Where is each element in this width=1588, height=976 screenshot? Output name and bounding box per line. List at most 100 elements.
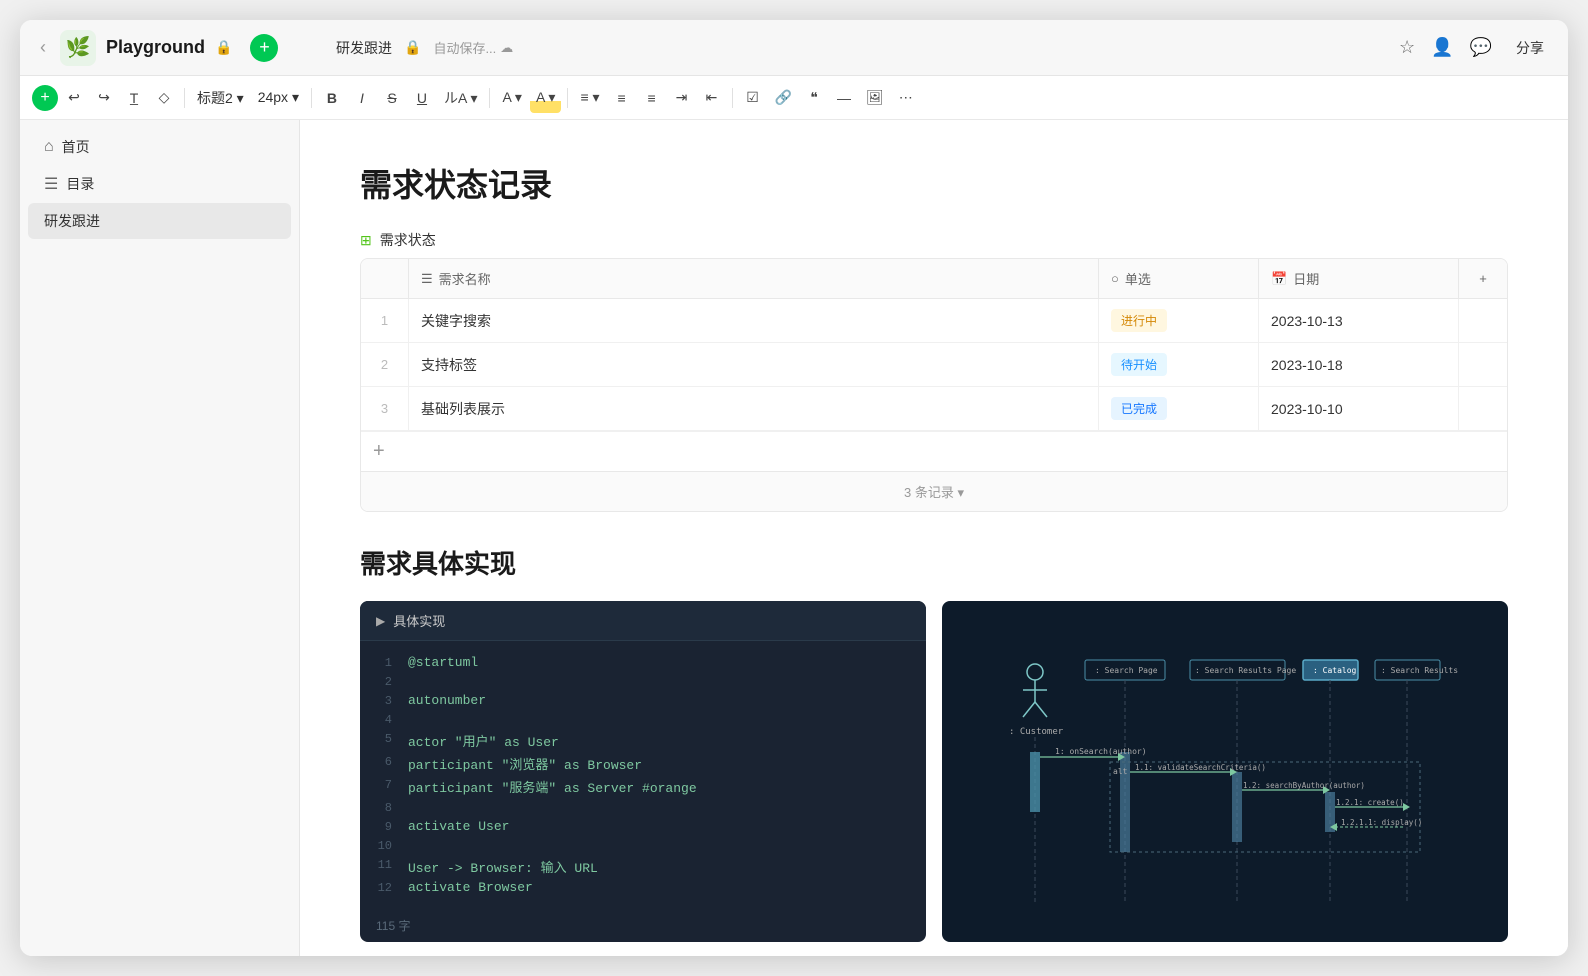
ruby-button[interactable]: ルA ▾ — [438, 83, 483, 113]
add-row-button[interactable]: + — [361, 431, 1507, 471]
row-extra-1 — [1459, 299, 1507, 342]
code-line-2: 2 — [360, 672, 926, 691]
image-button[interactable]: 🖼 — [860, 83, 890, 113]
code-block: ▶ 具体实现 1 @startuml 2 3 — [360, 601, 926, 942]
diagram-block: : Customer : Search Page : Search — [942, 601, 1508, 942]
doc-lock-icon: 🔒 — [404, 39, 421, 56]
code-line-7: 7 participant "服务端" as Server #orange — [360, 775, 926, 798]
code-blocks-row: ▶ 具体实现 1 @startuml 2 3 — [360, 601, 1508, 942]
titlebar-left: ‹ 🌿 Playground 🔒 + — [36, 30, 336, 66]
titlebar: ‹ 🌿 Playground 🔒 + 研发跟进 🔒 自动保存... ☁ ☆ 👤 … — [20, 20, 1568, 76]
row-extra-2 — [1459, 343, 1507, 386]
table-row: 1 关键字搜索 进行中 2023-10-13 — [361, 299, 1507, 343]
db-col-add[interactable]: + — [1459, 259, 1507, 298]
sidebar-item-catalog[interactable]: ☰ 目录 ☰ — [28, 166, 291, 202]
code-line-9: 9 activate User — [360, 817, 926, 836]
underline-button[interactable]: U — [408, 83, 436, 113]
share-button[interactable]: 分享 — [1508, 34, 1552, 62]
code-footer: 115 字 — [360, 909, 926, 942]
outdent-button[interactable]: ⇤ — [698, 83, 726, 113]
undo-button[interactable]: ↩ — [60, 83, 88, 113]
collapse-button[interactable]: ▶ — [376, 614, 385, 628]
code-line-3: 3 autonumber — [360, 691, 926, 710]
svg-text:: Customer: : Customer — [1009, 727, 1064, 737]
hr-button[interactable]: — — [830, 83, 858, 113]
database-table: ☰ 需求名称 ○ 单选 📅 日期 + — [360, 258, 1508, 512]
format-button[interactable]: T̲ — [120, 83, 148, 113]
highlight-button[interactable]: A ▾ — [530, 83, 561, 113]
back-button[interactable]: ‹ — [36, 33, 50, 62]
toolbar-sep-1 — [184, 88, 185, 108]
row-status-3[interactable]: 已完成 — [1099, 387, 1259, 430]
db-col-date: 📅 日期 — [1259, 259, 1459, 298]
sidebar-catalog-label: 目录 — [66, 174, 254, 194]
svg-text:: Search Results: : Search Results — [1381, 666, 1458, 675]
col-date-label: 日期 — [1293, 269, 1319, 288]
svg-text:: Catalog: : Catalog — [1313, 666, 1357, 675]
redo-button[interactable]: ↪ — [90, 83, 118, 113]
quote-button[interactable]: ❝ — [800, 83, 828, 113]
toolbar-sep-5 — [732, 88, 733, 108]
row-name-3[interactable]: 基础列表展示 — [409, 387, 1099, 430]
bold-button[interactable]: B — [318, 83, 346, 113]
add-row-icon: + — [373, 440, 385, 463]
sidebar: ⌂ 首页 ··· ☰ 目录 ☰ 研发跟进 — [20, 120, 300, 956]
doc-breadcrumb: 研发跟进 — [336, 38, 392, 58]
db-icon: ⊞ — [360, 232, 372, 249]
catalog-icon: ☰ — [44, 174, 58, 194]
row-date-3[interactable]: 2023-10-10 — [1259, 387, 1459, 430]
col-status-label: 单选 — [1125, 269, 1151, 288]
svg-text:1.1: validateSearchCriteria(): 1.1: validateSearchCriteria() — [1135, 763, 1266, 772]
status-badge-2: 待开始 — [1111, 353, 1167, 376]
checkbox-button[interactable]: ☑ — [739, 83, 767, 113]
db-col-name: ☰ 需求名称 — [409, 259, 1099, 298]
db-footer[interactable]: 3 条记录 ▾ — [361, 471, 1507, 511]
content-area: 需求状态记录 ⊞ 需求状态 ☰ 需求名称 ○ — [300, 120, 1568, 956]
strikethrough-button[interactable]: S — [378, 83, 406, 113]
col-status-icon: ○ — [1111, 271, 1119, 286]
svg-text:alt: alt — [1113, 767, 1128, 776]
clear-format-button[interactable]: ◇ — [150, 83, 178, 113]
lock-icon: 🔒 — [215, 39, 232, 56]
app-icon: 🌿 — [60, 30, 96, 66]
code-line-1: 1 @startuml — [360, 653, 926, 672]
star-button[interactable]: ☆ — [1399, 37, 1415, 58]
user-button[interactable]: 👤 — [1431, 37, 1453, 58]
row-status-2[interactable]: 待开始 — [1099, 343, 1259, 386]
titlebar-right: ☆ 👤 💬 分享 — [1399, 34, 1552, 62]
link-button[interactable]: 🔗 — [769, 83, 798, 113]
row-name-1[interactable]: 关键字搜索 — [409, 299, 1099, 342]
sequence-diagram: : Customer : Search Page : Search — [942, 642, 1508, 902]
font-size-select[interactable]: 24px ▾ — [252, 83, 305, 113]
sidebar-item-devtrack[interactable]: 研发跟进 — [28, 203, 291, 239]
svg-text:1.2.1.1: display(): 1.2.1.1: display() — [1341, 818, 1422, 827]
svg-text:: Search Results Page: : Search Results Page — [1195, 666, 1296, 675]
row-date-2[interactable]: 2023-10-18 — [1259, 343, 1459, 386]
sidebar-item-home[interactable]: ⌂ 首页 ··· — [28, 129, 291, 165]
database-block: ⊞ 需求状态 ☰ 需求名称 ○ 单选 — [360, 230, 1508, 512]
row-date-1[interactable]: 2023-10-13 — [1259, 299, 1459, 342]
add-page-button[interactable]: + — [250, 34, 278, 62]
status-badge-3: 已完成 — [1111, 397, 1167, 420]
indent-button[interactable]: ⇥ — [668, 83, 696, 113]
status-badge-1: 进行中 — [1111, 309, 1167, 332]
align-button[interactable]: ≡ ▾ — [574, 83, 605, 113]
bullet-list-button[interactable]: ≡ — [608, 83, 636, 113]
toolbar-add-button[interactable]: + — [32, 85, 58, 111]
comment-button[interactable]: 💬 — [1470, 37, 1492, 58]
code-line-8: 8 — [360, 798, 926, 817]
svg-text:1.2: searchByAuthor(author): 1.2: searchByAuthor(author) — [1243, 781, 1365, 790]
italic-button[interactable]: I — [348, 83, 376, 113]
row-num-2: 2 — [361, 343, 409, 386]
font-color-button[interactable]: A ▾ — [496, 83, 527, 113]
app-title: Playground — [106, 37, 205, 58]
row-status-1[interactable]: 进行中 — [1099, 299, 1259, 342]
ordered-list-button[interactable]: ≡ — [638, 83, 666, 113]
code-block-title: 具体实现 — [393, 611, 445, 630]
heading-select[interactable]: 标题2 ▾ — [191, 83, 250, 113]
code-line-11: 11 User -> Browser: 输入 URL — [360, 855, 926, 878]
section2-title: 需求具体实现 — [360, 544, 1508, 581]
add-col-icon[interactable]: + — [1479, 271, 1487, 286]
row-name-2[interactable]: 支持标签 — [409, 343, 1099, 386]
more-tools-button[interactable]: ⋯ — [892, 83, 920, 113]
